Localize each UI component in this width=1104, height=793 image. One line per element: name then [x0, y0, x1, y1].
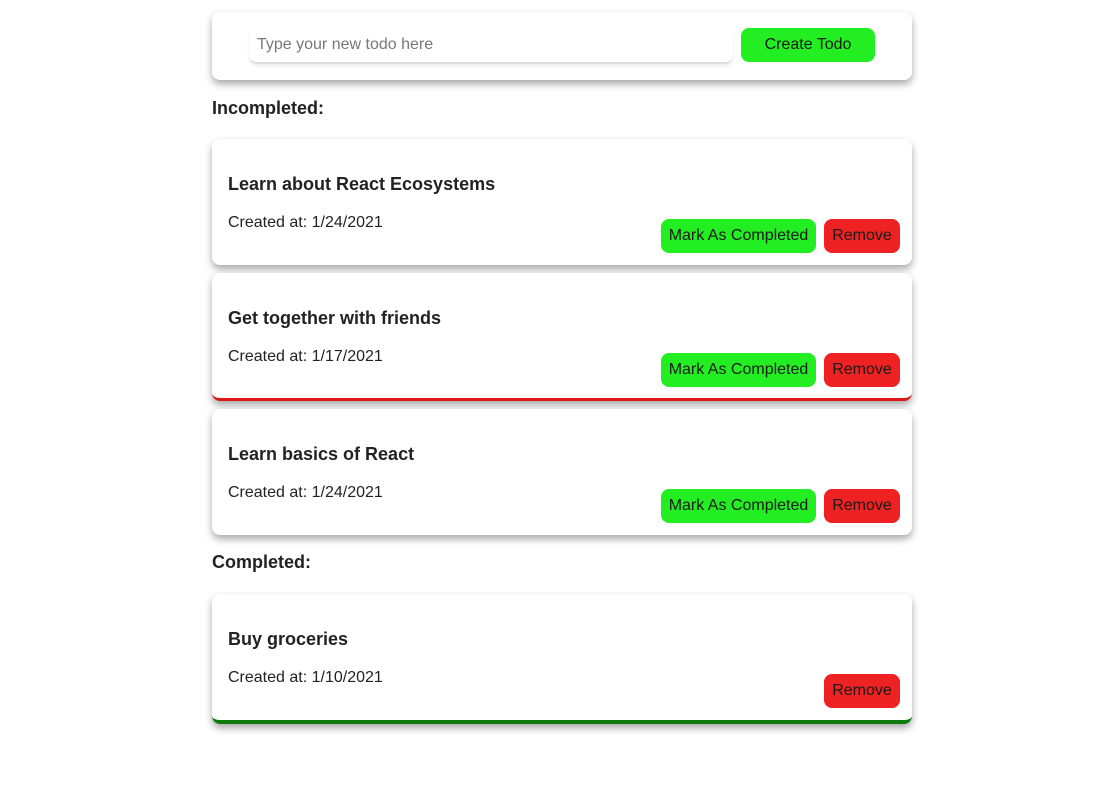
- todo-app: Create Todo Incompleted: Learn about Rea…: [212, 0, 912, 780]
- todo-created-date: Created at: 1/24/2021: [228, 214, 383, 231]
- todo-title: Learn basics of React: [228, 444, 415, 464]
- todo-created-date: Created at: 1/17/2021: [228, 348, 383, 365]
- todo-title: Get together with friends: [228, 308, 442, 328]
- todo-card: Learn about React Ecosystems Created at:…: [212, 139, 912, 265]
- todo-created-date: Created at: 1/24/2021: [228, 484, 383, 501]
- todo-created-date: Created at: 1/10/2021: [228, 669, 383, 686]
- completed-heading: Completed:: [212, 552, 311, 572]
- mark-completed-button[interactable]: Mark As Completed: [661, 353, 816, 387]
- mark-completed-button[interactable]: Mark As Completed: [661, 219, 816, 253]
- todo-card: Buy groceries Created at: 1/10/2021 Remo…: [212, 594, 912, 724]
- new-todo-input[interactable]: [249, 28, 733, 64]
- remove-button[interactable]: Remove: [824, 489, 900, 523]
- todo-card: Learn basics of React Created at: 1/24/2…: [212, 409, 912, 535]
- todo-lists: Incompleted: Learn about React Ecosystem…: [212, 80, 912, 780]
- remove-button[interactable]: Remove: [824, 219, 900, 253]
- todo-card: Get together with friends Created at: 1/…: [212, 273, 912, 401]
- todo-title: Buy groceries: [228, 629, 349, 649]
- new-todo-form: Create Todo: [212, 12, 912, 80]
- incompleted-heading: Incompleted:: [212, 98, 325, 118]
- remove-button[interactable]: Remove: [824, 674, 900, 708]
- remove-button[interactable]: Remove: [824, 353, 900, 387]
- mark-completed-button[interactable]: Mark As Completed: [661, 489, 816, 523]
- create-todo-button[interactable]: Create Todo: [741, 28, 875, 62]
- todo-title: Learn about React Ecosystems: [228, 174, 496, 194]
